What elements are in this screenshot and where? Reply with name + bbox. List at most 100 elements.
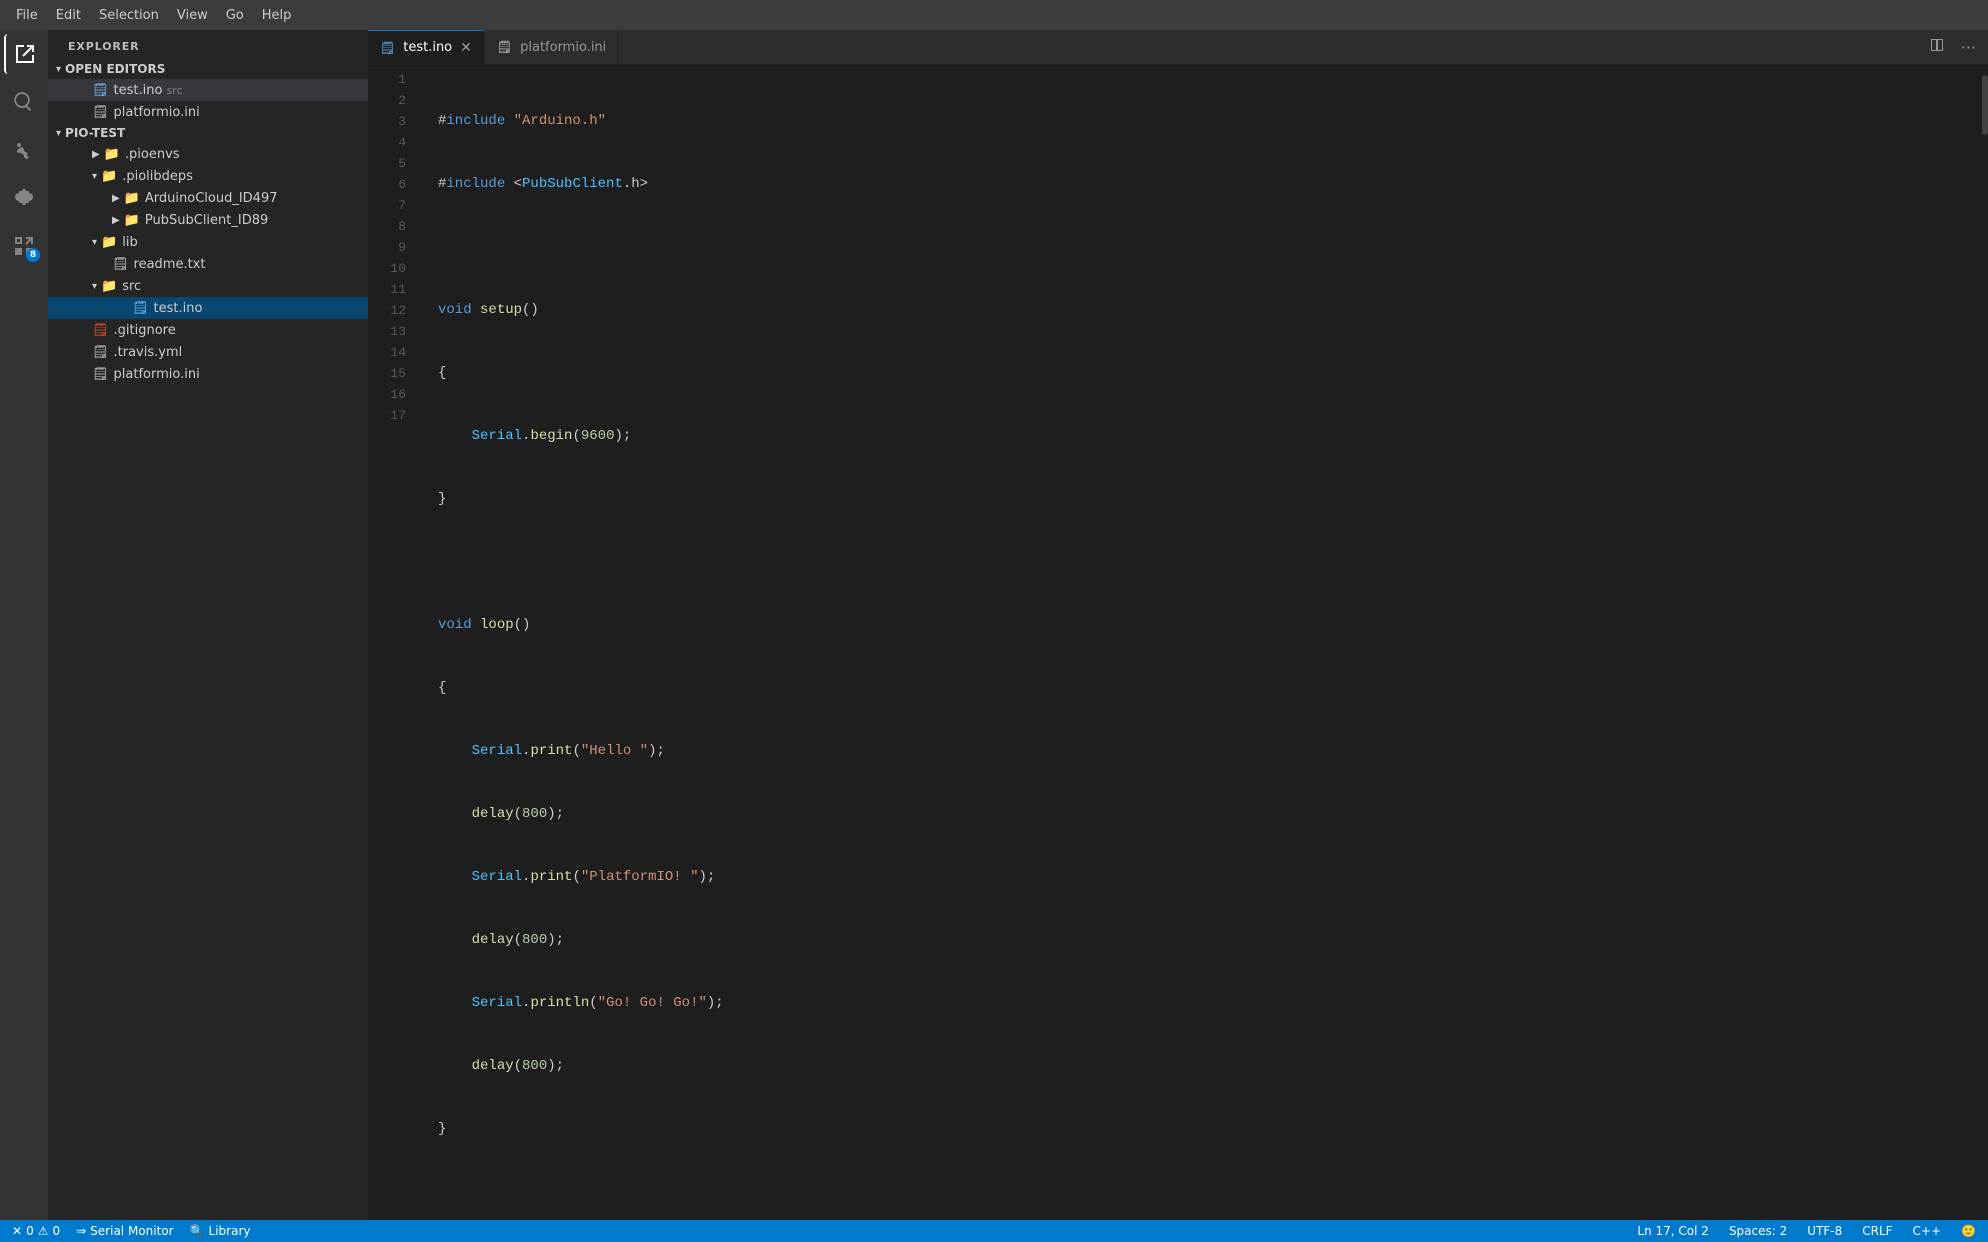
tab-test-ino-label: test.ino <box>403 40 452 55</box>
status-line-ending[interactable]: CRLF <box>1858 1220 1896 1242</box>
code-line-15: Serial.println("Go! Go! Go!"); <box>438 993 1974 1014</box>
code-line-2: #include <PubSubClient.h> <box>438 174 1974 195</box>
code-line-11: Serial.print("Hello "); <box>438 741 1974 762</box>
folder-pubsubclient-icon: 📁 <box>124 213 140 228</box>
encoding-text: UTF-8 <box>1807 1224 1842 1238</box>
activity-bar: 8 <box>0 30 48 1220</box>
file-test-ino-icon: 🗒 <box>132 301 149 316</box>
folder-pioenvs[interactable]: ▶ 📁 .pioenvs <box>48 143 368 165</box>
file-gitignore-icon: 🗒 <box>92 323 109 338</box>
file-test-ino[interactable]: 🗒 test.ino <box>48 297 368 319</box>
folder-lib[interactable]: ▾ 📁 lib <box>48 231 368 253</box>
line-num-6: 6 <box>368 174 406 195</box>
folder-src[interactable]: ▾ 📁 src <box>48 275 368 297</box>
menu-go[interactable]: Go <box>218 6 252 25</box>
menu-selection[interactable]: Selection <box>91 6 167 25</box>
line-ending-text: CRLF <box>1862 1224 1892 1238</box>
sidebar-header: EXPLORER <box>48 30 368 59</box>
status-bar: ✕ 0 ⚠ 0 ⇒ Serial Monitor 🔍 Library Ln 17… <box>0 1220 1988 1242</box>
editor-scrollbar[interactable] <box>1974 65 1988 1220</box>
line-num-11: 11 <box>368 279 406 300</box>
menu-view[interactable]: View <box>169 6 216 25</box>
open-editor-platformio-ini[interactable]: 🗒 platformio.ini <box>48 101 368 123</box>
smiley-icon: 🙂 <box>1961 1224 1976 1238</box>
explorer-activity-icon[interactable] <box>4 34 44 74</box>
position-text: Ln 17, Col 2 <box>1637 1224 1709 1238</box>
status-smiley[interactable]: 🙂 <box>1957 1220 1980 1242</box>
debug-activity-icon[interactable] <box>4 178 44 218</box>
menu-help[interactable]: Help <box>254 6 300 25</box>
folder-pioenvs-label: .pioenvs <box>125 147 180 162</box>
file-gitignore-label: .gitignore <box>114 323 176 338</box>
folder-arduino-cloud-label: ArduinoCloud_ID497 <box>145 191 278 206</box>
file-platformio-ini[interactable]: 🗒 platformio.ini <box>48 363 368 385</box>
folder-arduino-cloud[interactable]: ▶ 📁 ArduinoCloud_ID497 <box>48 187 368 209</box>
file-ini-icon: 🗒 <box>92 105 109 120</box>
open-editors-section[interactable]: ▾ OPEN EDITORS <box>48 59 368 79</box>
code-line-13: Serial.print("PlatformIO! "); <box>438 867 1974 888</box>
file-travis[interactable]: 🗒 .travis.yml <box>48 341 368 363</box>
tab-test-ino[interactable]: 🗒 test.ino ✕ <box>368 30 485 64</box>
code-line-6: Serial.begin(9600); <box>438 426 1974 447</box>
search-activity-icon[interactable] <box>4 82 44 122</box>
file-platformio-ini-label: platformio.ini <box>114 367 200 382</box>
code-line-12: delay(800); <box>438 804 1974 825</box>
extensions-badge: 8 <box>26 248 40 262</box>
file-readme-icon: 🗒 <box>112 257 129 272</box>
pio-test-chevron: ▾ <box>56 128 61 139</box>
open-editor-test-ino[interactable]: 🗒 test.ino src <box>48 79 368 101</box>
line-num-15: 15 <box>368 363 406 384</box>
folder-src-label: src <box>122 279 141 294</box>
line-num-14: 14 <box>368 342 406 363</box>
folder-pubsubclient[interactable]: ▶ 📁 PubSubClient_ID89 <box>48 209 368 231</box>
sidebar-content[interactable]: ▾ OPEN EDITORS 🗒 test.ino src 🗒 platform… <box>48 59 368 1220</box>
status-encoding[interactable]: UTF-8 <box>1803 1220 1846 1242</box>
pio-test-section[interactable]: ▾ PIO-TEST <box>48 123 368 143</box>
code-editor[interactable]: 1 2 3 4 5 6 7 8 9 10 11 12 13 14 15 16 1… <box>368 65 1988 1220</box>
scrollbar-thumb <box>1982 75 1988 135</box>
menu-file[interactable]: File <box>8 6 46 25</box>
status-language[interactable]: C++ <box>1909 1220 1946 1242</box>
folder-lib-label: lib <box>122 235 137 250</box>
line-num-13: 13 <box>368 321 406 342</box>
status-position[interactable]: Ln 17, Col 2 <box>1633 1220 1713 1242</box>
folder-arduino-cloud-chevron: ▶ <box>112 193 120 204</box>
status-errors[interactable]: ✕ 0 ⚠ 0 <box>8 1220 64 1242</box>
file-platformio-ini-icon: 🗒 <box>92 367 109 382</box>
folder-lib-chevron: ▾ <box>92 237 97 248</box>
status-spaces[interactable]: Spaces: 2 <box>1725 1220 1791 1242</box>
warning-count: 0 <box>52 1224 60 1238</box>
folder-pioenvs-icon: 📁 <box>104 147 120 162</box>
folder-piolibdeps-label: .piolibdeps <box>122 169 193 184</box>
status-library[interactable]: 🔍 Library <box>186 1220 255 1242</box>
extensions-activity-icon[interactable]: 8 <box>4 226 44 266</box>
folder-piolibdeps[interactable]: ▾ 📁 .piolibdeps <box>48 165 368 187</box>
spaces-text: Spaces: 2 <box>1729 1224 1787 1238</box>
status-serial-monitor[interactable]: ⇒ Serial Monitor <box>72 1220 177 1242</box>
line-num-12: 12 <box>368 300 406 321</box>
line-num-1: 1 <box>368 69 406 90</box>
folder-lib-icon: 📁 <box>101 235 117 250</box>
tab-platformio-ini[interactable]: 🗒 platformio.ini <box>485 30 619 64</box>
code-line-4: void setup() <box>438 300 1974 321</box>
line-num-17: 17 <box>368 405 406 426</box>
file-readme[interactable]: 🗒 readme.txt <box>48 253 368 275</box>
code-line-5: { <box>438 363 1974 384</box>
menu-bar: File Edit Selection View Go Help <box>0 0 1988 30</box>
menu-edit[interactable]: Edit <box>48 6 89 25</box>
code-line-9: void loop() <box>438 615 1974 636</box>
file-gitignore[interactable]: 🗒 .gitignore <box>48 319 368 341</box>
split-editor-button[interactable] <box>1925 35 1949 59</box>
git-activity-icon[interactable] <box>4 130 44 170</box>
folder-arduino-cloud-icon: 📁 <box>124 191 140 206</box>
code-content[interactable]: #include "Arduino.h" #include <PubSubCli… <box>418 65 1974 1220</box>
more-actions-button[interactable]: ··· <box>1957 36 1980 59</box>
tabs-actions: ··· <box>1917 30 1988 64</box>
file-ino-icon: 🗒 <box>92 83 109 98</box>
main-container: 8 EXPLORER ▾ OPEN EDITORS 🗒 test.ino src… <box>0 30 1988 1220</box>
line-num-4: 4 <box>368 132 406 153</box>
code-line-7: } <box>438 489 1974 510</box>
folder-pubsubclient-label: PubSubClient_ID89 <box>145 213 268 228</box>
tab-test-ino-close[interactable]: ✕ <box>460 41 472 55</box>
serial-monitor-icon: ⇒ <box>76 1224 86 1238</box>
